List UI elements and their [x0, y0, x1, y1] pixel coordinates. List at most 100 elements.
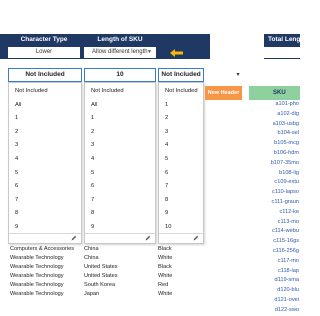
country-cell: China: [84, 246, 99, 252]
sku-cell[interactable]: b107-35mo: [249, 159, 300, 169]
dropdown-option[interactable]: 1: [85, 112, 155, 126]
sku-cell[interactable]: d122-swo: [249, 306, 300, 316]
second-criteria-input[interactable]: 10: [84, 68, 156, 82]
sku-cell[interactable]: c114-webu: [249, 227, 300, 237]
table-row[interactable]: Wearable Technology United States Black: [0, 263, 249, 271]
dropdown-option[interactable]: 7: [9, 194, 81, 208]
sku-cell[interactable]: d121-ovei: [249, 296, 300, 306]
table-row[interactable]: Wearable Technology China White: [0, 254, 249, 262]
table-row[interactable]: Wearable Technology Japan White: [0, 290, 249, 298]
sku-cell[interactable]: c116-256g: [249, 247, 300, 257]
table-row[interactable]: Computers & Accessories China Black: [0, 245, 249, 253]
dropdown-option[interactable]: 3: [85, 139, 155, 153]
dropdown-arrow-button[interactable]: ▾: [233, 68, 243, 82]
sku-cell[interactable]: c112-ke: [249, 208, 300, 218]
dropdown-option[interactable]: 8: [159, 194, 203, 208]
dropdown-list-1: Not Included All 1 2 3 4 5 6 7 8 9: [8, 82, 82, 244]
sku-header: SKU: [249, 86, 300, 100]
sku-cell[interactable]: c115-16gs: [249, 237, 300, 247]
dropdown-option[interactable]: 5: [159, 153, 203, 167]
sku-cell[interactable]: d119-sma: [249, 276, 300, 286]
total-length-label: Total Lengt: [268, 36, 303, 43]
dropdown-footer: [9, 233, 81, 243]
dropdown-option[interactable]: 7: [85, 194, 155, 208]
new-header-button[interactable]: New Header: [205, 86, 242, 100]
dropdown-option[interactable]: 4: [159, 139, 203, 153]
sku-cell[interactable]: a103-usbg: [249, 120, 300, 130]
total-length-header: Total Lengt: [264, 34, 303, 59]
second-criteria-value: 10: [116, 71, 124, 78]
sku-cell[interactable]: b104-sel: [249, 129, 300, 139]
dropdown-option[interactable]: Not Included: [9, 85, 81, 99]
dropdown-option[interactable]: 8: [9, 207, 81, 221]
pencil-icon[interactable]: [193, 235, 199, 241]
country-cell: Japan: [84, 291, 100, 297]
sku-cell[interactable]: c109-extu: [249, 178, 300, 188]
dropdown-option[interactable]: 1: [9, 112, 81, 126]
dropdown-option[interactable]: 2: [85, 126, 155, 140]
pencil-icon[interactable]: [145, 235, 151, 241]
sku-cell[interactable]: c118-lap: [249, 267, 300, 277]
sku-length-label: Length of SKU: [97, 36, 143, 43]
category-cell: Wearable Technology: [10, 264, 64, 270]
dropdown-option[interactable]: 7: [159, 180, 203, 194]
category-cell: Wearable Technology: [10, 291, 64, 297]
sku-cell[interactable]: a102-dig: [249, 110, 300, 120]
dropdown-option[interactable]: 6: [9, 180, 81, 194]
first-criteria-input[interactable]: Not Included: [8, 68, 82, 82]
character-type-label: Character Type: [20, 36, 68, 43]
pencil-icon[interactable]: [71, 235, 77, 241]
chevron-down-icon: ▼: [147, 49, 152, 55]
table-row[interactable]: Wearable Technology United States White: [0, 272, 249, 280]
sku-length-value: Allow different length: [92, 49, 148, 55]
character-type-dropdown[interactable]: Lower: [8, 47, 80, 58]
sku-cell[interactable]: b106-hdm: [249, 149, 300, 159]
category-cell: Wearable Technology: [10, 273, 64, 279]
dropdown-option[interactable]: 3: [9, 139, 81, 153]
sku-cell[interactable]: b108-lig: [249, 169, 300, 179]
dropdown-list-3: Not Included 1 2 3 4 5 6 7 8 9 10: [158, 82, 204, 244]
character-type-value: Lower: [35, 49, 53, 55]
third-criteria-input[interactable]: Not Included: [158, 68, 204, 82]
dropdown-option[interactable]: 9: [159, 207, 203, 221]
dropdown-option[interactable]: All: [9, 99, 81, 113]
dropdown-option[interactable]: 5: [85, 167, 155, 181]
dropdown-option[interactable]: 8: [85, 207, 155, 221]
dropdown-option[interactable]: 4: [9, 153, 81, 167]
total-length-value: [264, 47, 300, 58]
color-cell: White: [158, 273, 173, 279]
sku-cell[interactable]: a101-pho: [249, 100, 300, 110]
color-cell: Black: [158, 246, 172, 252]
dropdown-option[interactable]: 1: [159, 99, 203, 113]
first-criteria-value: Not Included: [25, 71, 65, 78]
dropdown-option[interactable]: Not Included: [85, 85, 155, 99]
color-cell: White: [158, 255, 173, 261]
category-cell: Computers & Accessories: [10, 246, 75, 252]
category-cell: Wearable Technology: [10, 282, 64, 288]
dropdown-option[interactable]: 2: [159, 112, 203, 126]
dropdown-option[interactable]: 3: [159, 126, 203, 140]
dropdown-option[interactable]: 6: [159, 167, 203, 181]
left-arrow-icon: [170, 49, 183, 57]
sku-cell[interactable]: c117-mo: [249, 257, 300, 267]
dropdown-option[interactable]: Not Included: [159, 85, 203, 99]
country-cell: United States: [84, 264, 118, 270]
sku-cell[interactable]: d120-blu: [249, 286, 300, 296]
sku-cell[interactable]: c111-graun: [249, 198, 300, 208]
sku-cell[interactable]: b105-mcg: [249, 139, 300, 149]
dropdown-option[interactable]: 6: [85, 180, 155, 194]
sku-column: SKU a101-pho a102-dig a103-usbg b104-sel…: [249, 86, 300, 316]
country-cell: South Korea: [84, 282, 116, 288]
category-cell: Wearable Technology: [10, 255, 64, 261]
dropdown-option[interactable]: All: [85, 99, 155, 113]
third-criteria-value: Not Included: [161, 71, 201, 78]
sku-length-dropdown[interactable]: Allow different length ▼: [84, 47, 156, 58]
table-row[interactable]: Wearable Technology South Korea Red: [0, 281, 249, 289]
dropdown-footer: [159, 233, 203, 243]
dropdown-footer: [85, 233, 155, 243]
sku-cell[interactable]: c113-mo: [249, 218, 300, 228]
dropdown-option[interactable]: 4: [85, 153, 155, 167]
dropdown-option[interactable]: 2: [9, 126, 81, 140]
dropdown-option[interactable]: 5: [9, 167, 81, 181]
sku-cell[interactable]: c110-lapso: [249, 188, 300, 198]
